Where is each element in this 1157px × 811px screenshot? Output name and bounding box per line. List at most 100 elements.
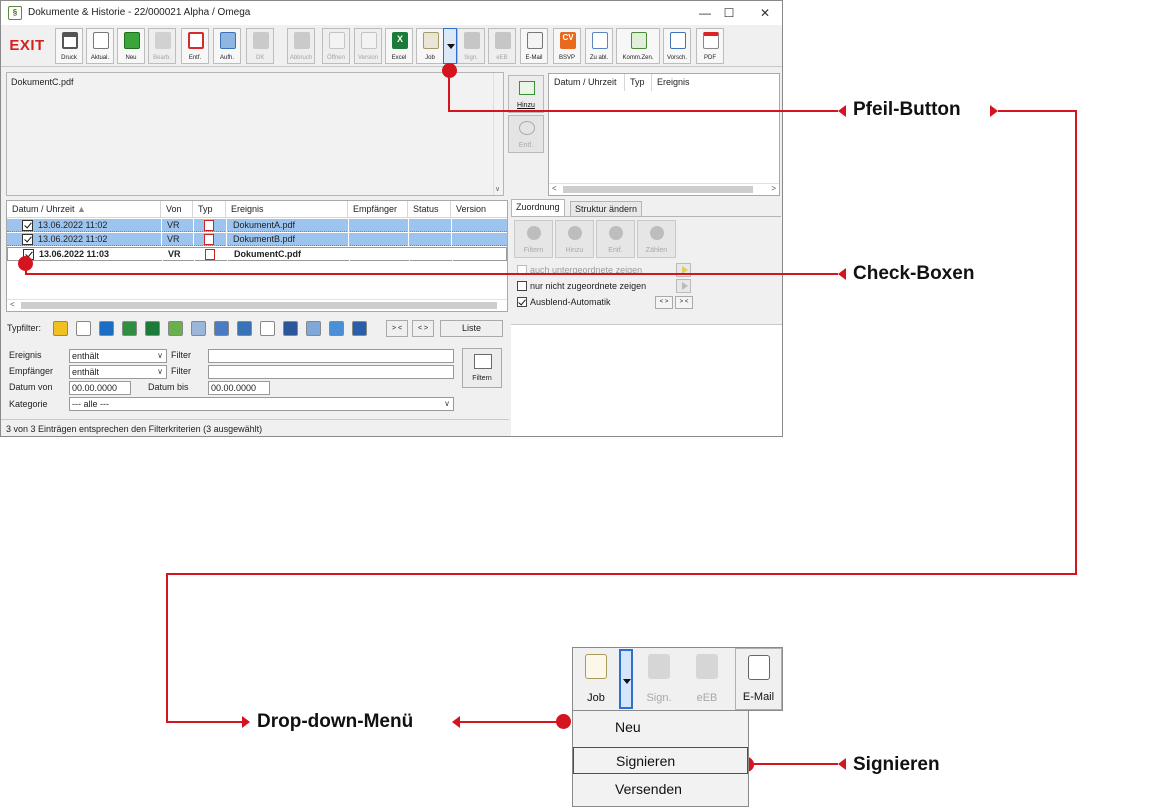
event-filter-input[interactable] [208,349,454,363]
collapse-filter-button[interactable]: > < [386,320,408,337]
col-status[interactable]: Status [408,201,451,218]
toolbar-email-button[interactable]: E-Mail [520,28,548,64]
checkbox-only-unassigned[interactable] [517,280,527,291]
option-only-unassigned[interactable]: nur nicht zugeordnete zeigen [517,279,646,293]
row-checkbox[interactable] [22,234,33,245]
filter-word-icon[interactable] [283,321,298,336]
vertical-scrollbar[interactable]: ∨ [493,73,503,195]
scroll-left-icon[interactable]: < [10,300,15,309]
filter-file-icon[interactable] [122,321,137,336]
menu-item-versenden[interactable]: Versenden [573,776,748,803]
maximize-button[interactable]: ☐ [715,5,743,21]
scroll-right-icon[interactable]: > [771,184,776,193]
assignment-table[interactable]: Datum / Uhrzeit Typ Ereignis < > [548,73,780,196]
toolbar-version-button[interactable]: Version [354,28,382,64]
col-version[interactable]: Version [451,201,507,218]
filter-tag-icon[interactable] [306,321,321,336]
toolbar-sign-button[interactable]: Sign. [457,28,485,64]
tab-struktur-aendern[interactable]: Struktur ändern [570,201,643,216]
filter-pen-icon[interactable] [329,321,344,336]
apply-unassigned-button[interactable] [676,279,691,293]
document-entry[interactable]: DokumentC.pdf [11,77,74,87]
filter-apply-button[interactable]: Filtern [462,348,502,388]
filter-folder-icon[interactable] [53,321,68,336]
assign-col-type[interactable]: Typ [625,74,652,91]
filter-excel-icon[interactable] [145,321,160,336]
toolbar-pdf-button[interactable]: PDF [696,28,724,64]
toolbar-bearb-button[interactable]: Bearb. [148,28,176,64]
toolbar-aufh-button[interactable]: Aufh. [213,28,241,64]
filter-pdf-icon[interactable] [76,321,91,336]
zoom-email-button[interactable]: E-Mail [735,648,782,710]
toolbar-bsvp-button[interactable]: CV BSVP [553,28,581,64]
col-datetime[interactable]: Datum / Uhrzeit ▲ [7,201,161,218]
row-checkbox[interactable] [22,220,33,231]
date-from-input[interactable]: 00.00.0000 [69,381,131,395]
filter-text-icon[interactable] [260,321,275,336]
struct-filter-button[interactable]: Filtern [514,220,553,258]
scroll-thumb[interactable] [563,186,753,193]
recipient-filter-input[interactable] [208,365,454,379]
zoom-dropdown-arrow-button[interactable] [619,649,633,709]
recipient-condition-select[interactable]: enthält ∨ [69,365,167,379]
struct-remove-button[interactable]: Entf. [596,220,635,258]
filter-outlook-icon[interactable] [99,321,114,336]
menu-item-signieren[interactable]: Signieren [573,747,748,774]
close-button[interactable]: ✕ [751,5,779,21]
list-button[interactable]: Liste [440,320,503,337]
col-recipient[interactable]: Empfänger [348,201,408,218]
table-row[interactable]: 13.06.2022 11:02 VR DokumentA.pdf [7,219,507,232]
struct-count-button[interactable]: Zählen [637,220,676,258]
zoom-eeb-button[interactable]: eEB [684,648,730,710]
job-dropdown-arrow-button[interactable] [443,28,457,64]
filter-globe-icon[interactable] [237,321,252,336]
toolbar-ok-button[interactable]: OK [246,28,274,64]
checkbox-auto-hide[interactable] [517,296,527,307]
toolbar-job-button[interactable]: Job [416,28,444,64]
assign-col-event[interactable]: Ereignis [652,74,712,91]
expand-filter-button[interactable]: < > [412,320,434,337]
col-event[interactable]: Ereignis [226,201,348,218]
remove-assignment-button[interactable]: Entf. [508,115,544,153]
toolbar-offnen-button[interactable]: Öffnen [322,28,350,64]
event-list[interactable]: Datum / Uhrzeit ▲ Von Typ Ereignis Empfä… [6,200,508,312]
toolbar-excel-button[interactable]: X Excel [385,28,413,64]
toolbar-abbrechen-button[interactable]: Abbruch [287,28,315,64]
scroll-thumb[interactable] [21,302,497,309]
date-to-input[interactable]: 00.00.0000 [208,381,270,395]
menu-item-neu[interactable]: Neu [573,714,748,741]
add-assignment-button[interactable]: Hinzu [508,75,544,113]
zoom-job-button[interactable]: Job [573,648,619,710]
document-preview-list[interactable]: DokumentC.pdf ∨ [6,72,504,196]
toolbar-zuabl-button[interactable]: Zu abl. [585,28,613,64]
toolbar-vorsch-button[interactable]: Vorsch. [663,28,691,64]
collapse-button[interactable]: > < [675,296,693,309]
toolbar-druck-button[interactable]: Druck [55,28,83,64]
event-condition-select[interactable]: enthält ∨ [69,349,167,363]
filter-document-icon[interactable] [214,321,229,336]
toolbar-neu-button[interactable]: Neu [117,28,145,64]
structure-tree-area[interactable] [511,324,782,436]
scroll-down-icon[interactable]: ∨ [495,185,500,193]
toolbar-aktual-button[interactable]: Aktual. [86,28,114,64]
horizontal-scrollbar[interactable]: < [7,299,507,311]
filter-image-icon[interactable] [352,321,367,336]
col-from[interactable]: Von [161,201,193,218]
toolbar-kommzen-button[interactable]: Komm.Zen. [616,28,660,64]
filter-at-icon[interactable] [168,321,183,336]
horizontal-scrollbar[interactable]: < > [549,183,779,195]
exit-button[interactable]: EXIT [5,29,49,63]
option-auto-hide[interactable]: Ausblend-Automatik [517,295,611,309]
struct-add-button[interactable]: Hinzu [555,220,594,258]
table-row[interactable]: 13.06.2022 11:03 VR DokumentC.pdf [7,247,507,261]
expand-button[interactable]: < > [655,296,673,309]
zoom-sign-button[interactable]: Sign. [636,648,682,710]
tab-zuordnung[interactable]: Zuordnung [511,199,565,216]
category-select[interactable]: --- alle --- ∨ [69,397,454,411]
toolbar-eeb-button[interactable]: eEB [488,28,516,64]
filter-link-icon[interactable] [191,321,206,336]
toolbar-entf-button[interactable]: Entf. [181,28,209,64]
table-row[interactable]: 13.06.2022 11:02 VR DokumentB.pdf [7,233,507,246]
assign-col-datetime[interactable]: Datum / Uhrzeit [549,74,625,91]
col-type[interactable]: Typ [193,201,226,218]
